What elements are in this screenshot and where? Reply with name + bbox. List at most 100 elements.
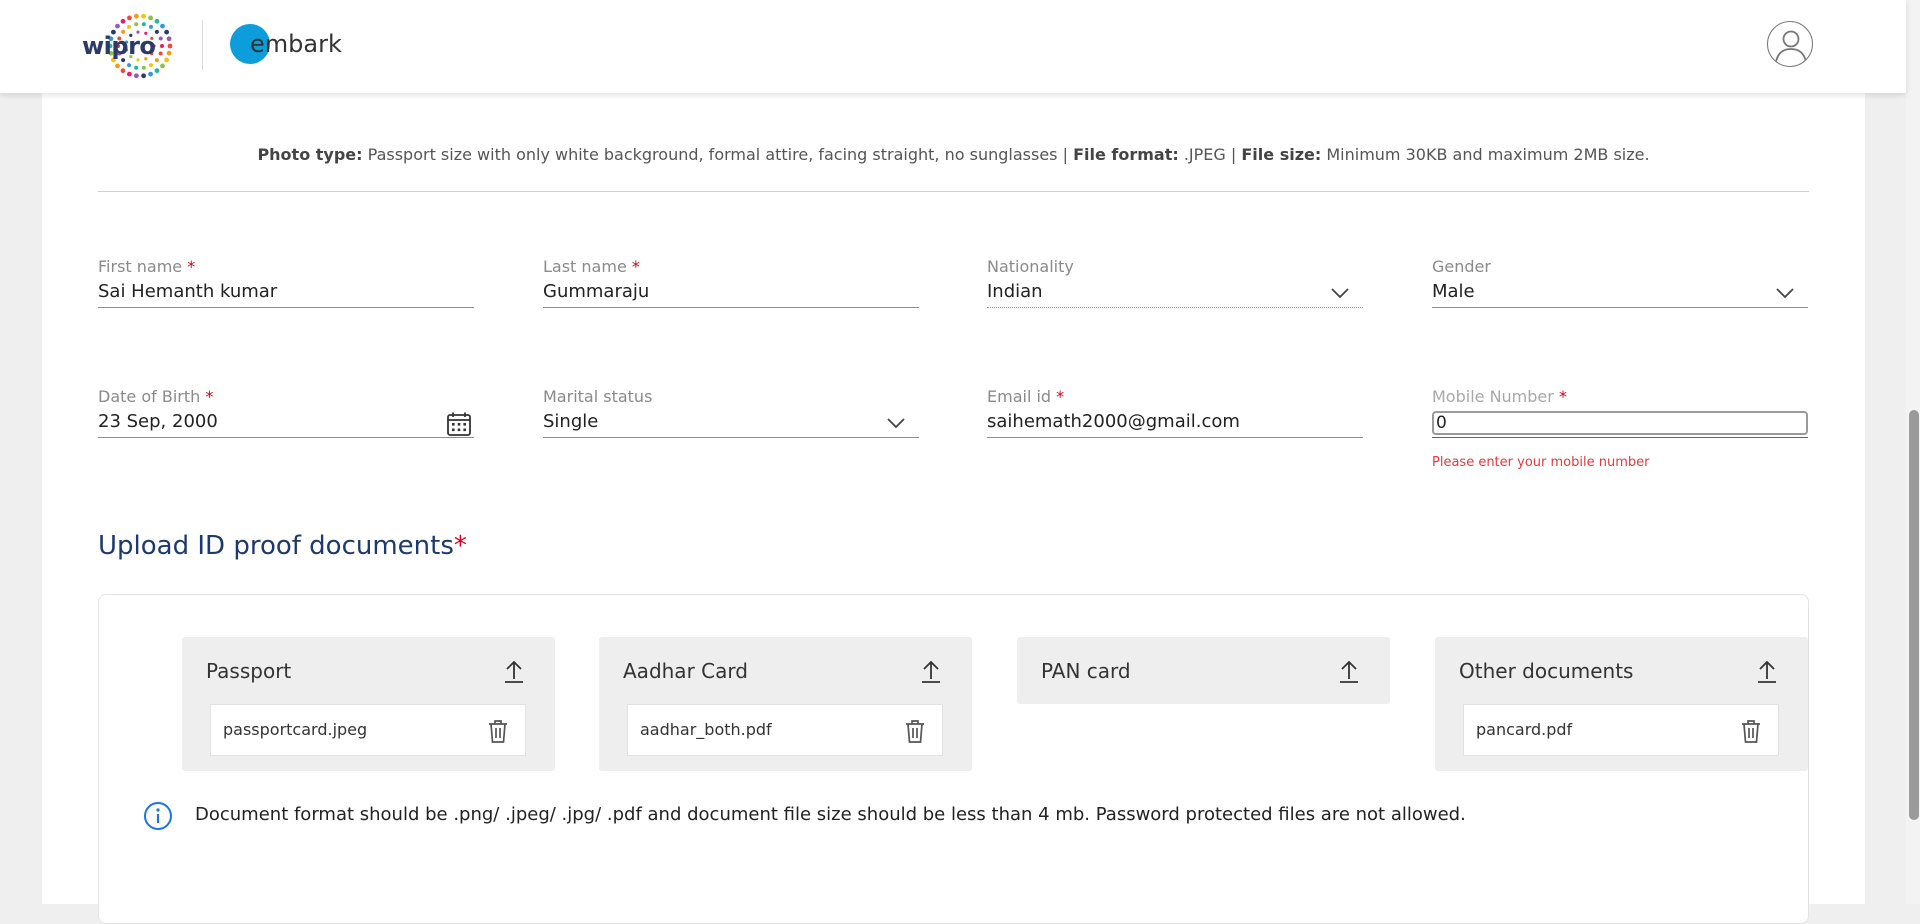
upload-section-title-text: Upload ID proof documents bbox=[98, 531, 454, 561]
last-name-value[interactable]: Gummaraju bbox=[543, 281, 649, 302]
document-format-text: Document format should be .png/ .jpeg/ .… bbox=[195, 804, 1466, 825]
logo-dot bbox=[166, 36, 172, 42]
chevron-down-icon[interactable] bbox=[887, 417, 905, 429]
field-underline bbox=[1432, 307, 1808, 308]
field-underline-error bbox=[1432, 437, 1808, 438]
upload-arrow-icon[interactable] bbox=[1756, 658, 1778, 684]
profile-form-card: Photo type: Passport size with only whit… bbox=[42, 93, 1865, 924]
scrollbar-thumb[interactable] bbox=[1909, 410, 1919, 820]
required-mark: * bbox=[453, 531, 467, 561]
trash-icon[interactable] bbox=[904, 718, 926, 744]
field-underline bbox=[543, 437, 919, 438]
upload-arrow-icon[interactable] bbox=[920, 658, 942, 684]
file-size-label: File size: bbox=[1241, 145, 1322, 164]
doc-title: Passport bbox=[206, 659, 292, 683]
logo-dot bbox=[115, 63, 120, 69]
upload-arrow-icon[interactable] bbox=[1338, 658, 1360, 684]
info-icon bbox=[144, 802, 172, 830]
first-name-label-text: First name bbox=[98, 257, 183, 276]
first-name-value[interactable]: Sai Hemanth kumar bbox=[98, 281, 277, 302]
logo-dot bbox=[141, 73, 146, 79]
pan-upload-card: PAN card bbox=[1017, 637, 1390, 704]
logo-dot bbox=[134, 13, 139, 19]
logo-dot bbox=[154, 18, 160, 24]
logo-dot bbox=[154, 68, 160, 74]
file-format-label: File format: bbox=[1073, 145, 1179, 164]
logo-dot bbox=[134, 65, 139, 70]
required-mark: * bbox=[205, 387, 214, 406]
logo-dot bbox=[141, 65, 146, 70]
upload-section-title: Upload ID proof documents* bbox=[98, 531, 467, 561]
app-name: embark bbox=[250, 30, 342, 58]
required-mark: * bbox=[631, 257, 640, 276]
photo-type-label: Photo type: bbox=[257, 145, 363, 164]
trash-icon[interactable] bbox=[1740, 718, 1762, 744]
logo-dot bbox=[166, 50, 172, 56]
required-mark: * bbox=[1558, 387, 1567, 406]
upload-arrow-icon[interactable] bbox=[503, 658, 525, 684]
logo-dot bbox=[120, 18, 126, 24]
gender-value[interactable]: Male bbox=[1432, 281, 1475, 302]
wipro-logo-text: wipro bbox=[82, 32, 156, 60]
logo-dot bbox=[154, 29, 159, 34]
trash-icon[interactable] bbox=[487, 718, 509, 744]
field-underline bbox=[543, 307, 919, 308]
doc-title: PAN card bbox=[1041, 659, 1131, 683]
email-value[interactable]: saihemath2000@gmail.com bbox=[987, 411, 1240, 432]
gender-label: Gender bbox=[1432, 257, 1491, 276]
marital-status-value[interactable]: Single bbox=[543, 411, 598, 432]
aadhar-upload-card: Aadhar Card aadhar_both.pdf bbox=[599, 637, 972, 771]
logo-dot bbox=[127, 15, 132, 21]
last-name-label: Last name * bbox=[543, 257, 640, 276]
logo-dot bbox=[164, 57, 169, 63]
logo-dot bbox=[158, 51, 163, 56]
field-underline bbox=[987, 437, 1363, 438]
wipro-logo[interactable]: wipro bbox=[82, 8, 178, 84]
marital-status-select[interactable]: Marital status Single bbox=[543, 387, 919, 439]
logo-dot bbox=[120, 68, 126, 74]
gender-select[interactable]: Gender Male bbox=[1432, 257, 1808, 309]
photo-type-value: Passport size with only white background… bbox=[367, 145, 1068, 164]
dob-field[interactable]: Date of Birth * 23 Sep, 2000 bbox=[98, 387, 474, 439]
first-name-field[interactable]: First name * Sai Hemanth kumar bbox=[98, 257, 474, 309]
file-format-value: .JPEG | bbox=[1183, 145, 1237, 164]
last-name-field[interactable]: Last name * Gummaraju bbox=[543, 257, 919, 309]
doc-title: Aadhar Card bbox=[623, 659, 748, 683]
mobile-number-input[interactable] bbox=[1432, 411, 1808, 435]
logo-dot bbox=[141, 22, 146, 27]
mobile-label-text: Mobile Number bbox=[1432, 387, 1554, 406]
logo-dot bbox=[149, 24, 153, 29]
logo-dot bbox=[134, 22, 139, 27]
dob-label: Date of Birth * bbox=[98, 387, 213, 406]
logo-dot bbox=[160, 63, 165, 69]
required-mark: * bbox=[187, 257, 196, 276]
first-name-label: First name * bbox=[98, 257, 195, 276]
chevron-down-icon[interactable] bbox=[1331, 287, 1349, 299]
upload-documents-panel: Passport passportcard.jpeg Aadhar Card a… bbox=[98, 594, 1809, 924]
logo-dot bbox=[141, 13, 146, 19]
logo-dot bbox=[167, 43, 173, 49]
document-format-info: Document format should be .png/ .jpeg/ .… bbox=[143, 800, 1763, 832]
nationality-value[interactable]: Indian bbox=[987, 281, 1043, 302]
other-documents-upload-card: Other documents pancard.pdf bbox=[1435, 637, 1808, 771]
chevron-down-icon[interactable] bbox=[1776, 287, 1794, 299]
photo-guidelines: Photo type: Passport size with only whit… bbox=[98, 145, 1809, 164]
user-avatar-icon[interactable] bbox=[1767, 21, 1813, 67]
calendar-icon[interactable] bbox=[446, 411, 472, 437]
required-mark: * bbox=[1056, 387, 1065, 406]
mobile-error-message: Please enter your mobile number bbox=[1432, 455, 1650, 470]
logo-dot bbox=[134, 73, 139, 79]
passport-upload-card: Passport passportcard.jpeg bbox=[182, 637, 555, 771]
nationality-label: Nationality bbox=[987, 257, 1074, 276]
email-field[interactable]: Email id * saihemath2000@gmail.com bbox=[987, 387, 1363, 439]
logo-dot bbox=[160, 23, 165, 29]
nationality-select[interactable]: Nationality Indian bbox=[987, 257, 1363, 309]
file-size-value: Minimum 30KB and maximum 2MB size. bbox=[1326, 145, 1650, 164]
field-underline bbox=[98, 437, 474, 438]
uploaded-file-chip: pancard.pdf bbox=[1463, 704, 1779, 756]
marital-status-label: Marital status bbox=[543, 387, 653, 406]
logo-dot bbox=[127, 24, 131, 29]
dob-value[interactable]: 23 Sep, 2000 bbox=[98, 411, 218, 432]
logo-dot bbox=[158, 36, 163, 41]
mobile-number-field[interactable]: Mobile Number * Please enter your mobile… bbox=[1432, 387, 1808, 470]
